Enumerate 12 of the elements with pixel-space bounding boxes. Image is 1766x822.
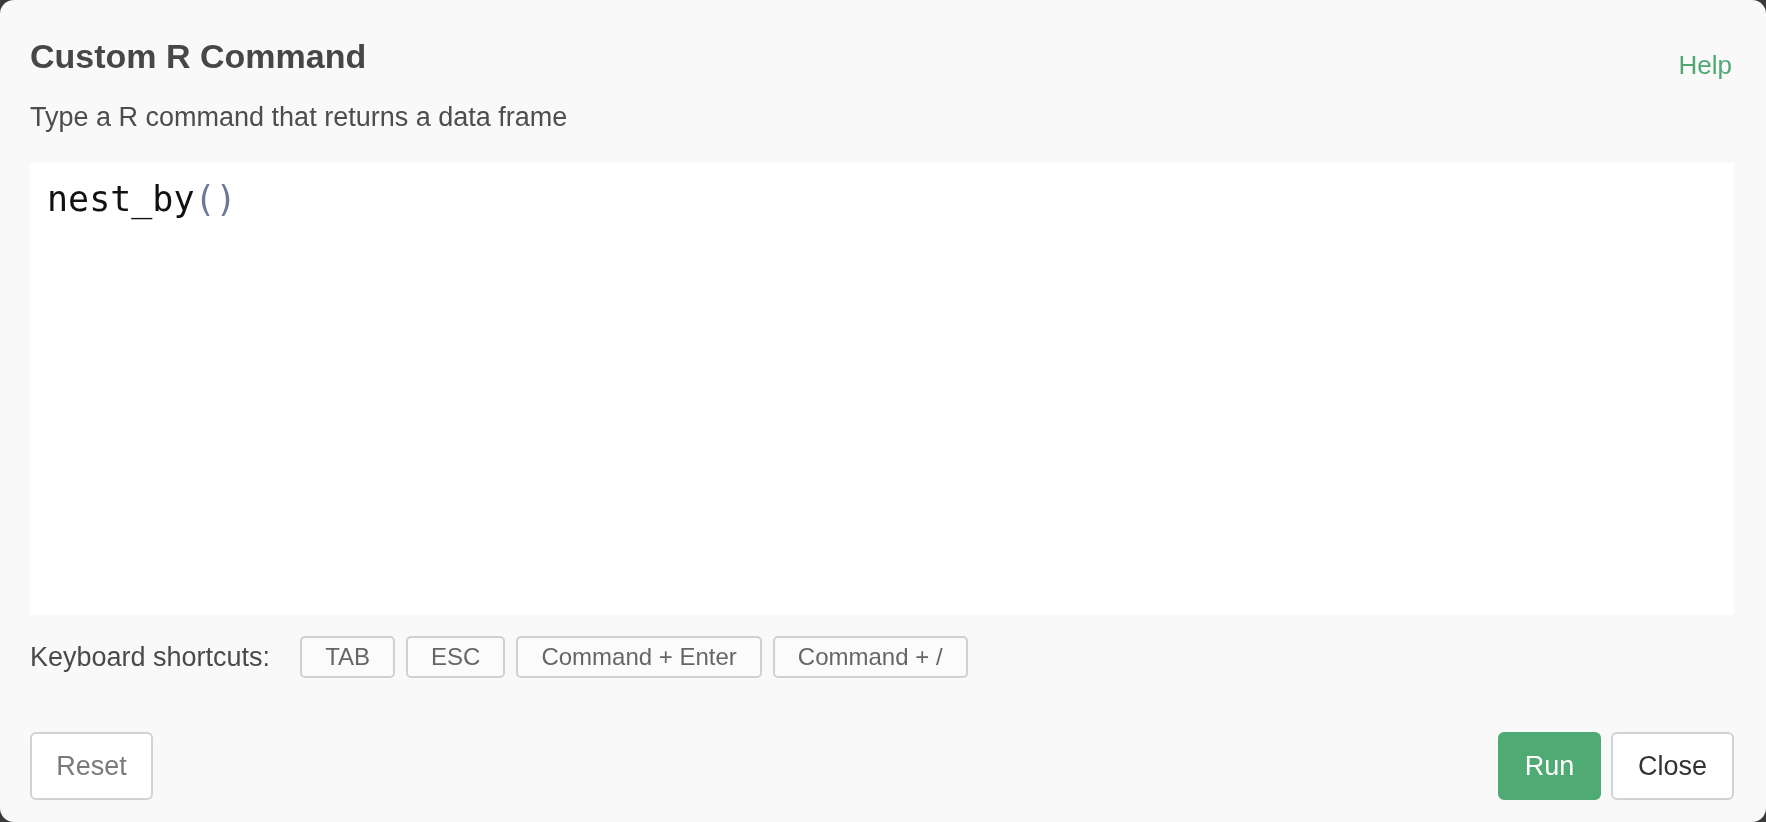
shortcut-key: ESC bbox=[406, 636, 506, 678]
shortcut-key: Command + Enter bbox=[516, 636, 762, 678]
close-button[interactable]: Close bbox=[1611, 732, 1734, 800]
dialog-title: Custom R Command bbox=[30, 36, 367, 76]
code-line: nest_by() bbox=[47, 178, 237, 221]
help-link[interactable]: Help bbox=[1678, 49, 1732, 81]
description-text: Type a R command that returns a data frame bbox=[30, 101, 569, 133]
code-editor[interactable]: nest_by() bbox=[30, 163, 1734, 615]
run-button[interactable]: Run bbox=[1498, 732, 1601, 800]
shortcut-key: Command + / bbox=[772, 636, 968, 678]
shortcuts-label: Keyboard shortcuts: bbox=[30, 641, 271, 673]
shortcut-key: TAB bbox=[300, 636, 396, 678]
